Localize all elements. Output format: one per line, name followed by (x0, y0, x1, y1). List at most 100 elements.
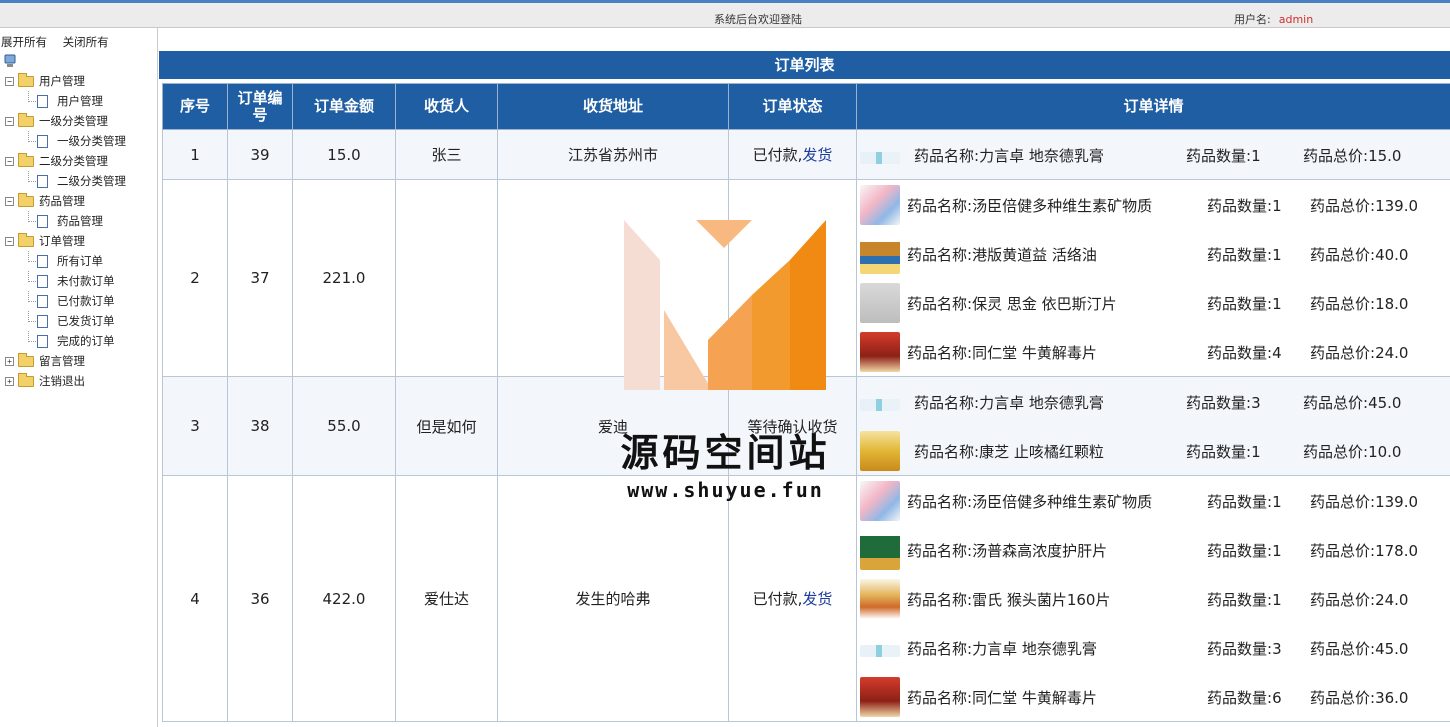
cell-address: 发生的哈弗 (497, 475, 729, 722)
tree-group-4[interactable]: − 订单管理 (0, 231, 158, 251)
tree-item-4-1[interactable]: 未付款订单 (0, 271, 158, 291)
table-row: 1 39 15.0 张三 江苏省苏州市 已付款,发货 药品名称:力言卓 地奈德乳膏 药品数量:… (162, 129, 1450, 180)
col-order-id: 订单编号 (227, 83, 293, 130)
order-item: 药品名称:力言卓 地奈德乳膏 药品数量:3 药品总价:45.0 (857, 377, 1450, 426)
document-icon (37, 135, 48, 148)
table-row: 3 38 55.0 但是如何 爱迪 等待确认收货 药品名称:力言卓 地奈德乳膏 药品数量:3 药… (162, 376, 1450, 476)
cell-seq: 4 (162, 475, 228, 722)
product-qty: 药品数量:1 (1207, 246, 1282, 264)
cell-seq: 1 (162, 129, 228, 180)
cell-details: 药品名称:力言卓 地奈德乳膏 药品数量:1 药品总价:15.0 (856, 129, 1450, 180)
cell-details: 药品名称:汤臣倍健多种维生素矿物质 药品数量:1 药品总价:139.0 药品名称:港版… (856, 179, 1450, 377)
product-name: 药品名称:同仁堂 牛黄解毒片 (907, 689, 1097, 707)
product-thumbnail (860, 283, 900, 323)
product-name: 药品名称:保灵 思金 依巴斯汀片 (907, 295, 1117, 313)
cell-seq: 2 (162, 179, 228, 377)
collapse-all-link[interactable]: 关闭所有 (63, 35, 109, 49)
cell-address: 爱迪 (497, 376, 729, 476)
status-text: 等待确认收货 (747, 417, 838, 436)
product-name: 药品名称:汤普森高浓度护肝片 (907, 542, 1108, 560)
order-item: 药品名称:康芝 止咳橘红颗粒 药品数量:1 药品总价:10.0 (857, 426, 1450, 475)
cell-order-id: 38 (227, 376, 293, 476)
status-text: 已付款, (752, 590, 803, 608)
product-total: 药品总价:24.0 (1310, 591, 1409, 609)
cell-order-id: 36 (227, 475, 293, 722)
tree-group-0[interactable]: − 用户管理 (0, 71, 158, 91)
product-thumbnail (860, 579, 900, 619)
product-name: 药品名称:力言卓 地奈德乳膏 (914, 147, 1104, 165)
expand-toggle-icon[interactable]: + (5, 357, 14, 366)
tree-item-3-0[interactable]: 药品管理 (0, 211, 158, 231)
tree-group-1[interactable]: − 一级分类管理 (0, 111, 158, 131)
order-item: 药品名称:同仁堂 牛黄解毒片 药品数量:4 药品总价:24.0 (857, 327, 1450, 376)
collapse-toggle-icon[interactable]: − (5, 77, 14, 86)
cell-status: 已付款,发货 (728, 129, 857, 180)
ship-link[interactable]: 发货 (802, 590, 832, 608)
product-qty: 药品数量:1 (1207, 542, 1282, 560)
order-item: 药品名称:同仁堂 牛黄解毒片 药品数量:6 药品总价:36.0 (857, 672, 1450, 721)
product-thumbnail (860, 677, 900, 717)
tree-group-3[interactable]: − 药品管理 (0, 191, 158, 211)
document-icon (37, 215, 48, 228)
product-name: 药品名称:力言卓 地奈德乳膏 (907, 640, 1097, 658)
product-thumbnail (860, 530, 900, 570)
user-info: 用户名: admin (1234, 11, 1313, 27)
product-total: 药品总价:24.0 (1310, 344, 1409, 362)
table-row: 2 37 221.0 未付 药品名称:汤臣倍健多种维生素矿物质 药品数量:1 药品总价:13… (162, 179, 1450, 377)
cell-details: 药品名称:力言卓 地奈德乳膏 药品数量:3 药品总价:45.0 药品名称:康芝 止咳橘… (856, 376, 1450, 476)
expand-all-link[interactable]: 展开所有 (1, 35, 47, 49)
document-icon (37, 315, 48, 328)
tree-item-label: 用户管理 (57, 94, 103, 108)
document-icon (37, 95, 48, 108)
collapse-toggle-icon[interactable]: − (5, 197, 14, 206)
product-qty: 药品数量:3 (1207, 640, 1282, 658)
cell-amount: 15.0 (292, 129, 396, 180)
product-total: 药品总价:139.0 (1310, 493, 1419, 511)
product-name: 药品名称:康芝 止咳橘红颗粒 (914, 443, 1104, 461)
col-seq: 序号 (162, 83, 228, 130)
tree-item-4-3[interactable]: 已发货订单 (0, 311, 158, 331)
tree-item-1-0[interactable]: 一级分类管理 (0, 131, 158, 151)
tree-item-0-0[interactable]: 用户管理 (0, 91, 158, 111)
tree-item-2-0[interactable]: 二级分类管理 (0, 171, 158, 191)
order-item: 药品名称:雷氏 猴头菌片160片 药品数量:1 药品总价:24.0 (857, 574, 1450, 623)
product-total: 药品总价:18.0 (1310, 295, 1409, 313)
product-total: 药品总价:178.0 (1310, 542, 1419, 560)
col-status: 订单状态 (728, 83, 857, 130)
product-total: 药品总价:40.0 (1310, 246, 1409, 264)
document-icon (37, 255, 48, 268)
tree-group-label: 一级分类管理 (39, 114, 108, 128)
status-text: 已付款, (752, 146, 803, 164)
product-name: 药品名称:汤臣倍健多种维生素矿物质 (907, 493, 1153, 511)
product-thumbnail (860, 645, 900, 657)
tree-group-label: 用户管理 (39, 74, 85, 88)
tree-group-6[interactable]: + 注销退出 (0, 371, 158, 391)
expand-toggle-icon[interactable]: + (5, 377, 14, 386)
tree-group-5[interactable]: + 留言管理 (0, 351, 158, 371)
top-bar: 系统后台欢迎登陆 用户名: admin (0, 0, 1450, 28)
tree-item-4-0[interactable]: 所有订单 (0, 251, 158, 271)
collapse-toggle-icon[interactable]: − (5, 157, 14, 166)
col-details: 订单详情 (856, 83, 1450, 130)
collapse-toggle-icon[interactable]: − (5, 117, 14, 126)
tree-item-label: 已付款订单 (57, 294, 115, 308)
cell-amount: 55.0 (292, 376, 396, 476)
tree-item-4-2[interactable]: 已付款订单 (0, 291, 158, 311)
collapse-toggle-icon[interactable]: − (5, 237, 14, 246)
cell-receiver: 张三 (395, 129, 498, 180)
folder-icon (18, 73, 34, 87)
tree-item-4-4[interactable]: 完成的订单 (0, 331, 158, 351)
document-icon (37, 335, 48, 348)
tree-controls: 展开所有 关闭所有 (1, 34, 121, 50)
cell-status: 等待确认收货 (728, 376, 857, 476)
order-item: 药品名称:港版黄道益 活络油 药品数量:1 药品总价:40.0 (857, 229, 1450, 278)
tree-group-label: 订单管理 (39, 234, 85, 248)
product-qty: 药品数量:1 (1186, 443, 1261, 461)
ship-link[interactable]: 发货 (802, 146, 832, 164)
tree-group-2[interactable]: − 二级分类管理 (0, 151, 158, 171)
cell-status: 未付 (728, 179, 857, 377)
product-total: 药品总价:15.0 (1303, 147, 1402, 165)
status-text: 未付 (777, 269, 808, 288)
tree-item-label: 所有订单 (57, 254, 103, 268)
order-item: 药品名称:汤普森高浓度护肝片 药品数量:1 药品总价:178.0 (857, 525, 1450, 574)
